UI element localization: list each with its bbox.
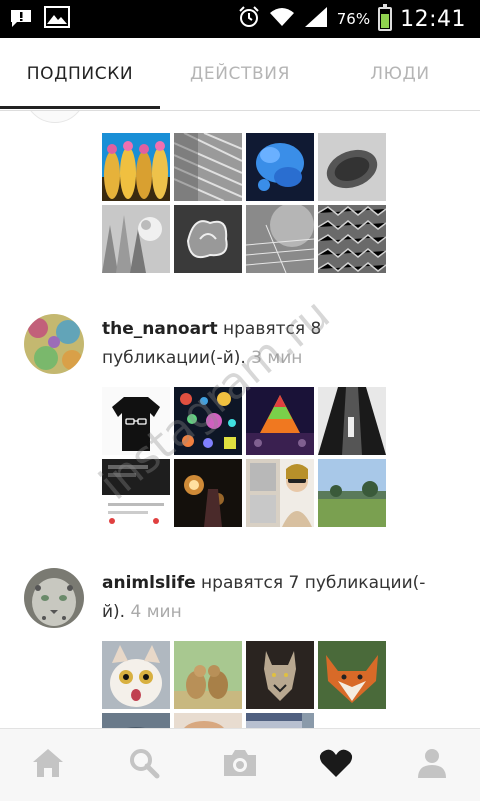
tab-following[interactable]: ПОДПИСКИ xyxy=(0,38,160,110)
tab-activity[interactable]: ДЕЙСТВИЯ xyxy=(160,38,320,110)
nav-profile-button[interactable] xyxy=(384,729,480,801)
post-thumbnail[interactable] xyxy=(174,133,242,201)
nav-activity-button[interactable] xyxy=(288,729,384,801)
post-thumbnail[interactable] xyxy=(174,641,242,709)
active-tab-indicator xyxy=(0,106,160,109)
battery-icon xyxy=(378,4,393,31)
post-thumbnail[interactable] xyxy=(246,713,314,728)
avatar[interactable] xyxy=(24,314,84,374)
status-right: 76% 12:41 xyxy=(237,0,466,38)
nav-camera-button[interactable] xyxy=(192,729,288,801)
post-thumbnail[interactable] xyxy=(318,205,386,273)
post-thumbnail[interactable] xyxy=(174,387,242,455)
story-text: the_nanoart нравятся 8 публикации(-й). 3… xyxy=(102,315,432,373)
wifi-icon xyxy=(269,6,295,32)
post-thumbnail[interactable] xyxy=(318,133,386,201)
status-bar: 76% 12:41 xyxy=(0,0,480,38)
home-icon xyxy=(31,747,65,783)
gallery-icon xyxy=(44,6,70,32)
post-thumbnail[interactable] xyxy=(246,387,314,455)
post-thumbnail[interactable] xyxy=(246,205,314,273)
post-thumbnail[interactable] xyxy=(174,459,242,527)
avatar[interactable] xyxy=(24,568,84,628)
status-left xyxy=(8,6,70,32)
post-thumbnail[interactable] xyxy=(174,205,242,273)
post-thumbnail[interactable] xyxy=(246,459,314,527)
post-thumbnail[interactable] xyxy=(102,205,170,273)
post-thumbnail[interactable] xyxy=(174,713,242,728)
post-thumbnail[interactable] xyxy=(102,387,170,455)
camera-icon xyxy=(222,748,258,782)
nav-search-button[interactable] xyxy=(96,729,192,801)
post-thumbnail[interactable] xyxy=(102,459,170,527)
bottom-navigation xyxy=(0,728,480,801)
profile-icon xyxy=(416,747,448,783)
avatar[interactable] xyxy=(24,111,86,123)
post-thumbnail[interactable] xyxy=(102,641,170,709)
battery-percent: 76% xyxy=(336,10,371,28)
heart-icon xyxy=(319,748,353,782)
clock: 12:41 xyxy=(400,6,466,32)
username-link[interactable]: the_nanoart xyxy=(102,319,218,339)
post-thumbnail[interactable] xyxy=(102,713,170,728)
story-text: animlslife нравятся 7 публикации(-й). 4 … xyxy=(102,569,432,627)
story-time: 3 мин xyxy=(245,348,303,368)
post-thumbnail[interactable] xyxy=(246,641,314,709)
activity-feed[interactable]: the_nanoart нравятся 8 публикации(-й). 3… xyxy=(0,111,480,728)
notification-icon xyxy=(8,5,34,33)
search-icon xyxy=(128,747,160,783)
alarm-icon xyxy=(237,5,261,33)
post-thumbnail[interactable] xyxy=(318,641,386,709)
battery-level xyxy=(381,14,390,28)
username-link[interactable]: animlslife xyxy=(102,573,196,593)
tab-bar: ПОДПИСКИ ДЕЙСТВИЯ ЛЮДИ xyxy=(0,38,480,111)
story-time: 4 мин xyxy=(125,602,182,622)
nav-home-button[interactable] xyxy=(0,729,96,801)
post-thumbnail[interactable] xyxy=(318,387,386,455)
post-thumbnail[interactable] xyxy=(246,133,314,201)
tab-people[interactable]: ЛЮДИ xyxy=(320,38,480,110)
post-thumbnail[interactable] xyxy=(102,133,170,201)
post-thumbnail[interactable] xyxy=(318,459,386,527)
signal-icon xyxy=(303,5,329,33)
